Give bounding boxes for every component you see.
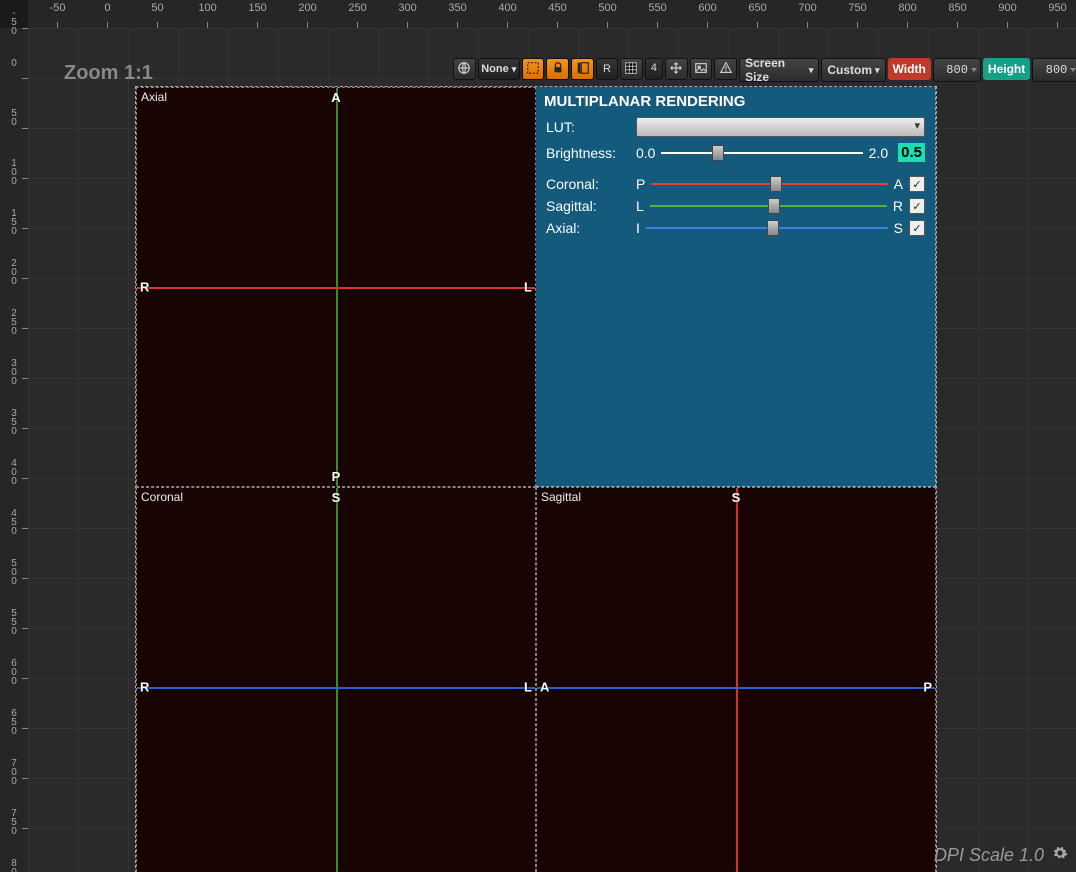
view-sagittal-title: Sagittal — [541, 490, 581, 504]
designer-toolbar: None▾ R 4 Screen S — [453, 58, 1076, 80]
ruler-horizontal: -500501001502002503003504004505005506006… — [28, 0, 1076, 29]
dashed-rect-icon — [526, 61, 540, 78]
device-preset-dropdown[interactable]: Custom — [821, 58, 885, 82]
dpi-status: DPI Scale 1.0 — [934, 845, 1068, 866]
view-axial-title: Axial — [141, 90, 167, 104]
brightness-value[interactable]: 0.5 — [898, 143, 925, 162]
move-icon — [669, 61, 683, 78]
axial-slider[interactable] — [646, 221, 888, 235]
lock-icon — [551, 61, 565, 78]
coronal-slider[interactable] — [651, 177, 887, 191]
ruler-vertical: -500501001502002503003504004505005506006… — [0, 28, 29, 872]
coronal-checkbox[interactable]: ✓ — [909, 176, 925, 192]
height-input[interactable]: 800 — [1032, 58, 1076, 82]
globe-icon — [457, 61, 471, 78]
panel-title: MULTIPLANAR RENDERING — [536, 87, 935, 114]
width-chip: Width — [888, 58, 931, 80]
respect-locks-button[interactable]: R — [596, 58, 618, 80]
axial-label: Axial: — [546, 220, 630, 236]
lut-label: LUT: — [546, 119, 630, 135]
gear-icon[interactable] — [1052, 845, 1068, 866]
screen-size-dropdown[interactable]: Screen Size — [739, 58, 819, 82]
view-axial[interactable]: Axial A P R L — [136, 87, 536, 487]
toggle-outlines-button[interactable] — [522, 58, 545, 80]
brightness-max: 2.0 — [869, 145, 888, 161]
coronal-line — [137, 287, 535, 289]
grid-icon — [624, 61, 638, 78]
view-sagittal[interactable]: Sagittal S I A P — [536, 487, 936, 872]
axial-checkbox[interactable]: ✓ — [909, 220, 925, 236]
coronal-label: Coronal: — [546, 176, 630, 192]
view-coronal[interactable]: Coronal S I R L — [136, 487, 536, 872]
coronal-line — [736, 488, 738, 872]
brightness-label: Brightness: — [546, 145, 630, 161]
view-coronal-title: Coronal — [141, 490, 183, 504]
text-flow-button[interactable] — [714, 58, 737, 80]
layout-transform-button[interactable] — [665, 58, 688, 80]
sagittal-label: Sagittal: — [546, 198, 630, 214]
design-grid[interactable]: Zoom 1:1 None▾ R 4 — [28, 28, 1076, 872]
brightness-slider[interactable] — [661, 146, 862, 160]
warning-icon — [719, 61, 733, 78]
sagittal-checkbox[interactable]: ✓ — [909, 198, 925, 214]
image-icon — [694, 61, 708, 78]
brightness-min: 0.0 — [636, 145, 655, 161]
image-preview-button[interactable] — [690, 58, 713, 80]
toggle-loc-edit-button[interactable] — [571, 58, 594, 80]
sagittal-slider[interactable] — [650, 199, 887, 213]
zoom-level-label: Zoom 1:1 — [64, 62, 153, 85]
toggle-lock-button[interactable] — [546, 58, 569, 80]
multiplanar-panel: MULTIPLANAR RENDERING LUT: Brightness: 0… — [536, 87, 935, 485]
axial-line — [137, 687, 535, 689]
width-input[interactable]: 800 — [933, 58, 981, 82]
localization-button[interactable] — [453, 58, 476, 80]
grid-size-input[interactable]: 4 — [645, 58, 663, 80]
sagittal-line — [336, 488, 338, 872]
lut-dropdown[interactable] — [636, 117, 925, 137]
grid-toggle-button[interactable] — [620, 58, 643, 80]
height-chip: Height — [983, 58, 1030, 80]
localization-preview-dropdown[interactable]: None▾ — [478, 58, 520, 80]
axial-line — [537, 687, 935, 689]
layout-icon — [576, 61, 590, 78]
